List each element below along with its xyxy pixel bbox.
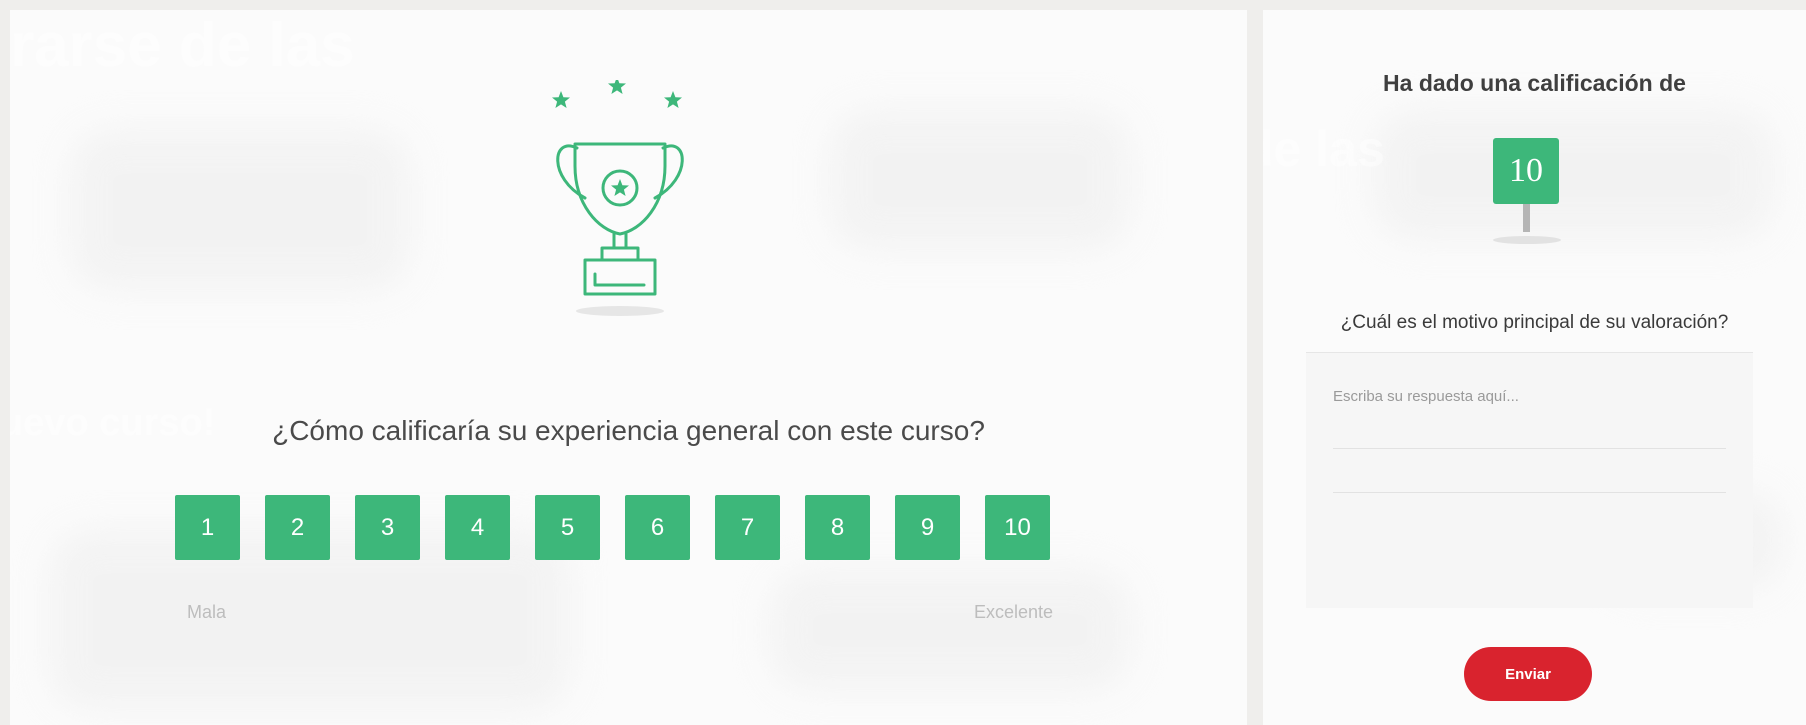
rating-option-5[interactable]: 5	[535, 495, 600, 560]
flag-shadow	[1493, 236, 1561, 244]
selected-rating-value: 10	[1493, 138, 1559, 204]
rating-option-9[interactable]: 9	[895, 495, 960, 560]
rating-option-3[interactable]: 3	[355, 495, 420, 560]
rating-option-7[interactable]: 7	[715, 495, 780, 560]
reason-question: ¿Cuál es el motivo principal de su valor…	[1340, 312, 1729, 333]
rating-option-1[interactable]: 1	[175, 495, 240, 560]
rating-option-8[interactable]: 8	[805, 495, 870, 560]
star-icon	[608, 80, 626, 94]
feedback-panel: de las Ha dado una calificación de 10 ¿C…	[1263, 10, 1806, 725]
rating-option-10[interactable]: 10	[985, 495, 1050, 560]
background-title-text: rarse de las	[10, 11, 355, 80]
scale-low-label: Mala	[187, 602, 227, 622]
flag-pole	[1523, 204, 1530, 232]
trophy-icon	[552, 80, 684, 316]
rating-option-2[interactable]: 2	[265, 495, 330, 560]
answer-placeholder: Escriba su respuesta aquí...	[1333, 388, 1519, 405]
send-button[interactable]: Enviar	[1464, 647, 1592, 701]
rating-heading: Ha dado una calificación de	[1383, 70, 1686, 96]
background-title-text: de las	[1263, 121, 1385, 177]
answer-line	[1333, 492, 1726, 493]
star-icon	[552, 91, 570, 108]
rating-option-6[interactable]: 6	[625, 495, 690, 560]
rating-question: ¿Cómo calificaría su experiencia general…	[272, 415, 985, 446]
star-icon	[664, 91, 682, 108]
course-rating-panel: rarse de las uevo curso! ¿Cómo calificar…	[10, 10, 1247, 725]
scale-high-label: Excelente	[974, 602, 1054, 622]
rating-option-4[interactable]: 4	[445, 495, 510, 560]
rating-flag: 10	[1488, 138, 1568, 258]
answer-line	[1333, 448, 1726, 449]
